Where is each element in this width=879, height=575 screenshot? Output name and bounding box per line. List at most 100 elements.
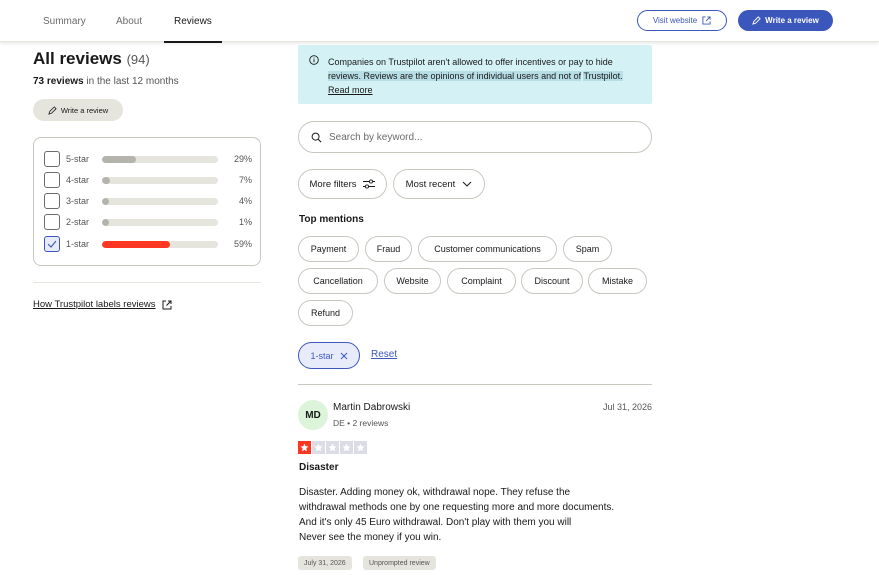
external-link-icon: [162, 300, 171, 309]
active-filter-chip[interactable]: 1-star: [298, 342, 360, 369]
mention-chip[interactable]: Discount: [521, 268, 583, 294]
more-filters-label: More filters: [309, 178, 357, 190]
star-filter-row-1-star[interactable]: 1-star 59%: [44, 236, 252, 252]
review-line: Never see the money if you win.: [299, 532, 442, 543]
review-line: withdrawal methods one by one requesting…: [299, 502, 615, 513]
tab-about[interactable]: About: [116, 0, 142, 42]
active-filter-label: 1-star: [310, 350, 334, 361]
checkbox[interactable]: [44, 193, 60, 209]
rating-percent: 7%: [238, 175, 252, 185]
labels-reviews-link[interactable]: How Trustpilot labels reviews: [33, 299, 172, 310]
star-filter-label: 3-star: [66, 196, 90, 206]
checkbox[interactable]: [44, 151, 60, 167]
star-rating: [298, 441, 367, 454]
experience-date-badge: July 31, 2026: [298, 556, 352, 570]
notice-line: Companies on Trustpilot aren't allowed t…: [328, 57, 613, 67]
star-icon: [326, 441, 339, 454]
reset-filters-link[interactable]: Reset: [371, 349, 397, 360]
rating-bar-track: [102, 240, 218, 248]
labels-reviews-link-text: How Trustpilot labels reviews: [33, 299, 156, 310]
sort-dropdown[interactable]: Most recent: [393, 169, 485, 199]
pencil-icon: [48, 105, 57, 115]
write-review-secondary-button[interactable]: Write a review: [33, 99, 123, 121]
more-filters-button[interactable]: More filters: [298, 169, 387, 199]
divider: [33, 282, 261, 283]
write-review-button[interactable]: Write a review: [738, 10, 833, 31]
rating-percent: 59%: [233, 239, 252, 249]
visit-website-button[interactable]: Visit website: [637, 10, 727, 31]
rating-bar-fill: [102, 176, 111, 184]
rating-bar-fill: [102, 197, 109, 205]
star-icon: [312, 441, 325, 454]
checkmark-icon: [47, 240, 57, 248]
reviews-heading-title: All reviews: [33, 49, 122, 68]
rating-bar-fill: [102, 155, 136, 163]
tab-reviews[interactable]: Reviews: [164, 0, 222, 43]
reviews-heading: All reviews (94): [33, 49, 150, 69]
search-icon: [311, 132, 322, 142]
write-review-label: Write a review: [765, 16, 819, 25]
recent-reviews-summary: 73 reviews in the last 12 months: [33, 76, 179, 87]
rating-percent: 1%: [238, 217, 252, 227]
rating-bar-track: [102, 197, 218, 205]
star-icon: [340, 441, 353, 454]
review-title[interactable]: Disaster: [299, 462, 338, 473]
star-icon: [354, 441, 367, 454]
visit-website-label: Visit website: [652, 16, 698, 25]
mention-chip[interactable]: Spam: [563, 236, 612, 262]
search-input[interactable]: [329, 131, 629, 143]
tab-summary[interactable]: Summary: [43, 0, 86, 42]
checkbox[interactable]: [44, 236, 60, 252]
star-rating-filter: 5-star 29% 4-star 7% 3-star 4% 2-star 1% 1-star 5…: [33, 137, 261, 266]
top-navigation: Summary About Reviews Visit website Writ…: [0, 0, 879, 43]
mention-chip[interactable]: Website: [384, 268, 441, 294]
chevron-down-icon: [462, 181, 472, 187]
checkbox[interactable]: [44, 172, 60, 188]
mention-chip[interactable]: Payment: [298, 236, 359, 262]
rating-bar-track: [102, 176, 218, 184]
notice-line-end: Trustpilot.: [583, 71, 623, 81]
sliders-icon: [363, 179, 376, 189]
search-box: [298, 121, 652, 153]
close-icon[interactable]: [340, 352, 348, 360]
top-mentions-heading: Top mentions: [299, 214, 364, 225]
mention-chip[interactable]: Customer communications: [418, 236, 557, 262]
star-icon: [298, 441, 311, 454]
review-line: Disaster. Adding money ok, withdrawal no…: [299, 487, 571, 498]
info-icon: [309, 55, 319, 65]
mention-chip[interactable]: Cancellation: [298, 268, 378, 294]
pencil-icon: [752, 16, 761, 25]
star-filter-row-2-star[interactable]: 2-star 1%: [44, 214, 252, 230]
external-link-icon: [702, 16, 711, 25]
review-body: Disaster. Adding money ok, withdrawal no…: [299, 485, 654, 545]
reviewer-meta: DE • 2 reviews: [333, 418, 389, 428]
star-filter-row-5-star[interactable]: 5-star 29%: [44, 151, 252, 167]
star-filter-label: 4-star: [66, 175, 90, 185]
star-filter-row-3-star[interactable]: 3-star 4%: [44, 193, 252, 209]
rating-percent: 29%: [233, 154, 252, 164]
review-date: Jul 31, 2026: [602, 402, 652, 412]
reviewer-name[interactable]: Martin Dabrowski: [333, 402, 410, 413]
star-filter-label: 1-star: [66, 239, 90, 249]
read-more-link[interactable]: Read more: [328, 85, 373, 95]
incentive-notice: Companies on Trustpilot aren't allowed t…: [298, 45, 652, 104]
mention-chip[interactable]: Refund: [298, 300, 353, 326]
avatar[interactable]: MD: [298, 400, 328, 430]
star-filter-row-4-star[interactable]: 4-star 7%: [44, 172, 252, 188]
checkbox[interactable]: [44, 214, 60, 230]
divider: [298, 384, 652, 385]
mention-chip[interactable]: Complaint: [447, 268, 516, 294]
star-filter-label: 5-star: [66, 154, 90, 164]
mention-chip[interactable]: Fraud: [365, 236, 412, 262]
reviews-total-count: (94): [126, 52, 150, 67]
rating-bar-fill: [102, 240, 171, 248]
review-line: And it's only 45 Euro withdrawal. Don't …: [299, 517, 572, 528]
incentive-notice-text: Companies on Trustpilot aren't allowed t…: [328, 55, 646, 97]
rating-bar-track: [102, 155, 218, 163]
mention-chip[interactable]: Mistake: [588, 268, 647, 294]
star-filter-label: 2-star: [66, 217, 90, 227]
recent-reviews-suffix: in the last 12 months: [86, 76, 179, 87]
unprompted-badge: Unprompted review: [363, 556, 436, 570]
rating-bar-track: [102, 218, 218, 226]
write-review-secondary-label: Write a review: [60, 105, 109, 115]
